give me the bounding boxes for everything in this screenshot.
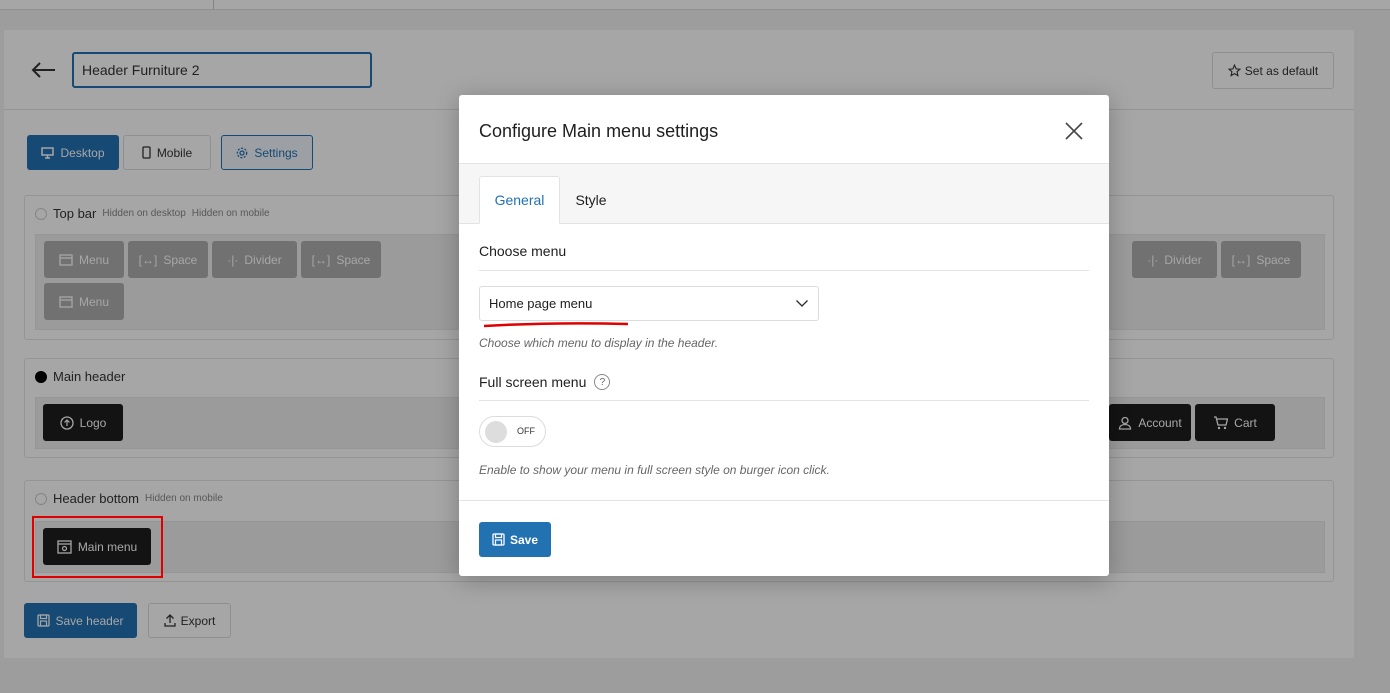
menu-select[interactable]: Home page menu [479, 286, 819, 321]
full-screen-label: Full screen menu ? [479, 374, 611, 390]
modal-footer: Save [459, 500, 1109, 576]
save-button[interactable]: Save [479, 522, 551, 557]
modal-title: Configure Main menu settings [479, 121, 719, 141]
annotation-highlight-box [32, 516, 163, 578]
menu-select-value: Home page menu [489, 296, 593, 311]
save-label: Save [509, 532, 539, 547]
full-screen-toggle[interactable]: OFF [479, 416, 546, 447]
tab-style[interactable]: Style [565, 176, 617, 224]
configure-menu-modal: Configure Main menu settings General Sty… [459, 95, 1109, 576]
chevron-down-icon [796, 300, 808, 307]
full-screen-label-text: Full screen menu [479, 374, 587, 390]
toggle-knob [485, 421, 507, 443]
divider [479, 270, 1089, 271]
toggle-state: OFF [517, 426, 535, 436]
help-icon[interactable]: ? [594, 374, 611, 390]
annotation-underline [483, 322, 629, 328]
close-icon[interactable] [1063, 120, 1085, 142]
choose-menu-label: Choose menu [479, 243, 566, 259]
modal-header: Configure Main menu settings [459, 95, 1109, 164]
save-icon [492, 533, 505, 546]
menu-help-text: Choose which menu to display in the head… [479, 336, 719, 350]
divider [479, 400, 1089, 401]
choose-menu-label-text: Choose menu [479, 243, 567, 259]
modal-tabs: General Style [459, 164, 1109, 224]
full-screen-help-text: Enable to show your menu in full screen … [479, 463, 830, 477]
tab-general[interactable]: General [479, 176, 560, 224]
